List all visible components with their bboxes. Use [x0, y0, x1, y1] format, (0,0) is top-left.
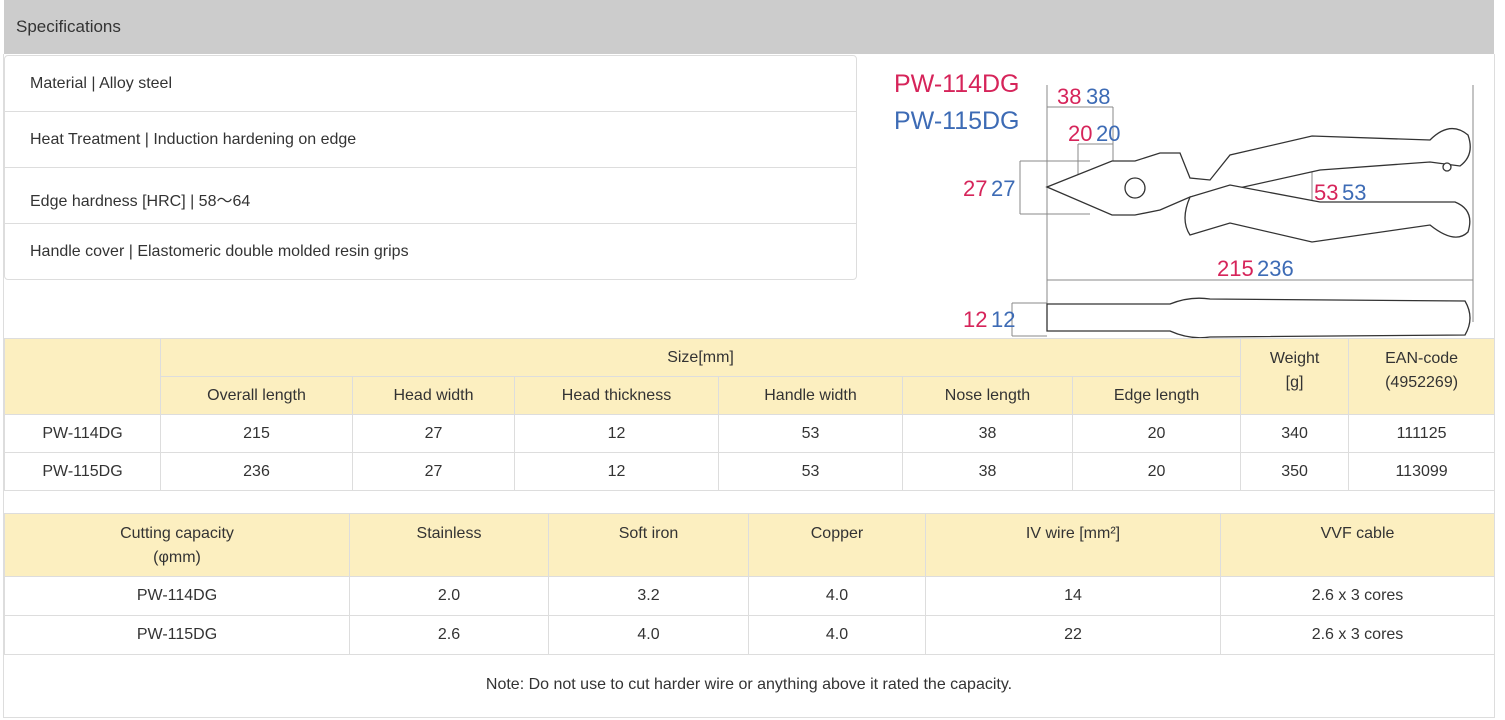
cell: 14 [925, 576, 1221, 616]
cell: 4.0 [548, 615, 749, 655]
spec-heat-treatment: Heat Treatment | Induction hardening on … [5, 112, 856, 168]
cell: 111125 [1348, 414, 1496, 453]
header-vvf-cable: VVF cable [1220, 513, 1495, 577]
spec-edge-hardness: Edge hardness [HRC] | 58～64 [5, 168, 856, 224]
cell: 38 [902, 414, 1073, 453]
cell-model: PW-114DG [4, 576, 350, 616]
header-handle-width: Handle width [718, 376, 903, 415]
header-size-group: Size[mm] [159, 338, 1242, 377]
cell: 350 [1240, 452, 1350, 491]
size-table: Size[mm] Weight [g] EAN-code (4952269) Ove… [4, 338, 1496, 491]
spec-handle-cover: Handle cover | Elastomeric double molded… [30, 243, 409, 260]
dim-thick-115: 12 [991, 307, 1015, 332]
header-weight: Weight [g] [1240, 338, 1350, 415]
header-edge-length: Edge length [1071, 376, 1242, 415]
header-head-width: Head width [352, 376, 515, 415]
table-row: PW-114DG 215 27 12 53 38 20 340 111125 [4, 414, 1496, 453]
header-blank [4, 338, 161, 415]
cell: 20 [1071, 452, 1242, 491]
cell: 38 [902, 452, 1073, 491]
header-cutting-capacity: Cutting capacity (φmm) [4, 513, 350, 577]
cell: 113099 [1348, 452, 1496, 491]
model-label-114: PW-114DG [894, 70, 1020, 98]
cell: 53 [718, 452, 903, 491]
cell: 2.6 x 3 cores [1220, 576, 1495, 616]
cell: 340 [1240, 414, 1350, 453]
cell-model: PW-115DG [4, 615, 350, 655]
dim-handle-115: 53 [1342, 180, 1366, 205]
dim-edge-115: 20 [1096, 121, 1120, 146]
spec-list: Material | Alloy steel Heat Treatment | … [4, 55, 857, 280]
header-ean: EAN-code (4952269) [1348, 338, 1496, 415]
cell-model: PW-115DG [4, 452, 161, 491]
dim-edge-114: 20 [1068, 121, 1092, 146]
header-copper: Copper [748, 513, 926, 577]
section-header: Specifications [4, 0, 1494, 54]
model-label-115: PW-115DG [894, 107, 1020, 135]
dim-handle-114: 53 [1314, 180, 1338, 205]
dim-nose-115: 38 [1086, 84, 1110, 109]
cell: 4.0 [748, 615, 926, 655]
cell: 2.6 x 3 cores [1220, 615, 1495, 655]
dim-length-115: 236 [1257, 256, 1294, 281]
cell: 12 [514, 414, 719, 453]
table-row: PW-114DG 2.0 3.2 4.0 14 2.6 x 3 cores [4, 576, 1495, 616]
cell: 3.2 [548, 576, 749, 616]
cell: 27 [352, 452, 515, 491]
dim-head-114: 27 [963, 176, 987, 201]
header-nose-length: Nose length [902, 376, 1073, 415]
cell: 215 [160, 414, 353, 453]
cell: 20 [1071, 414, 1242, 453]
header-head-thickness: Head thickness [514, 376, 719, 415]
table-row: PW-115DG 2.6 4.0 4.0 22 2.6 x 3 cores [4, 615, 1495, 655]
cell: 4.0 [748, 576, 926, 616]
cutting-capacity-table: Cutting capacity (φmm) Stainless Soft ir… [4, 513, 1495, 655]
header-iv-wire: IV wire [mm²] [925, 513, 1221, 577]
cell: 2.0 [349, 576, 549, 616]
table-row: PW-115DG 236 27 12 53 38 20 350 113099 [4, 452, 1496, 491]
cell: 27 [352, 414, 515, 453]
cell: 2.6 [349, 615, 549, 655]
header-soft-iron: Soft iron [548, 513, 749, 577]
cell: 22 [925, 615, 1221, 655]
dim-head-115: 27 [991, 176, 1015, 201]
cell: 12 [514, 452, 719, 491]
cell: 236 [160, 452, 353, 491]
cell: 53 [718, 414, 903, 453]
dim-thick-114: 12 [963, 307, 987, 332]
header-overall-length: Overall length [160, 376, 353, 415]
dim-nose-114: 38 [1057, 84, 1081, 109]
header-stainless: Stainless [349, 513, 549, 577]
dim-length-114: 215 [1217, 256, 1254, 281]
pliers-dimension-drawing: PW-114DG PW-115DG 38 38 20 20 27 27 53 5… [894, 70, 1474, 339]
cell-model: PW-114DG [4, 414, 161, 453]
spec-material: Material | Alloy steel [5, 56, 856, 112]
capacity-note: Note: Do not use to cut harder wire or a… [485, 676, 1013, 693]
